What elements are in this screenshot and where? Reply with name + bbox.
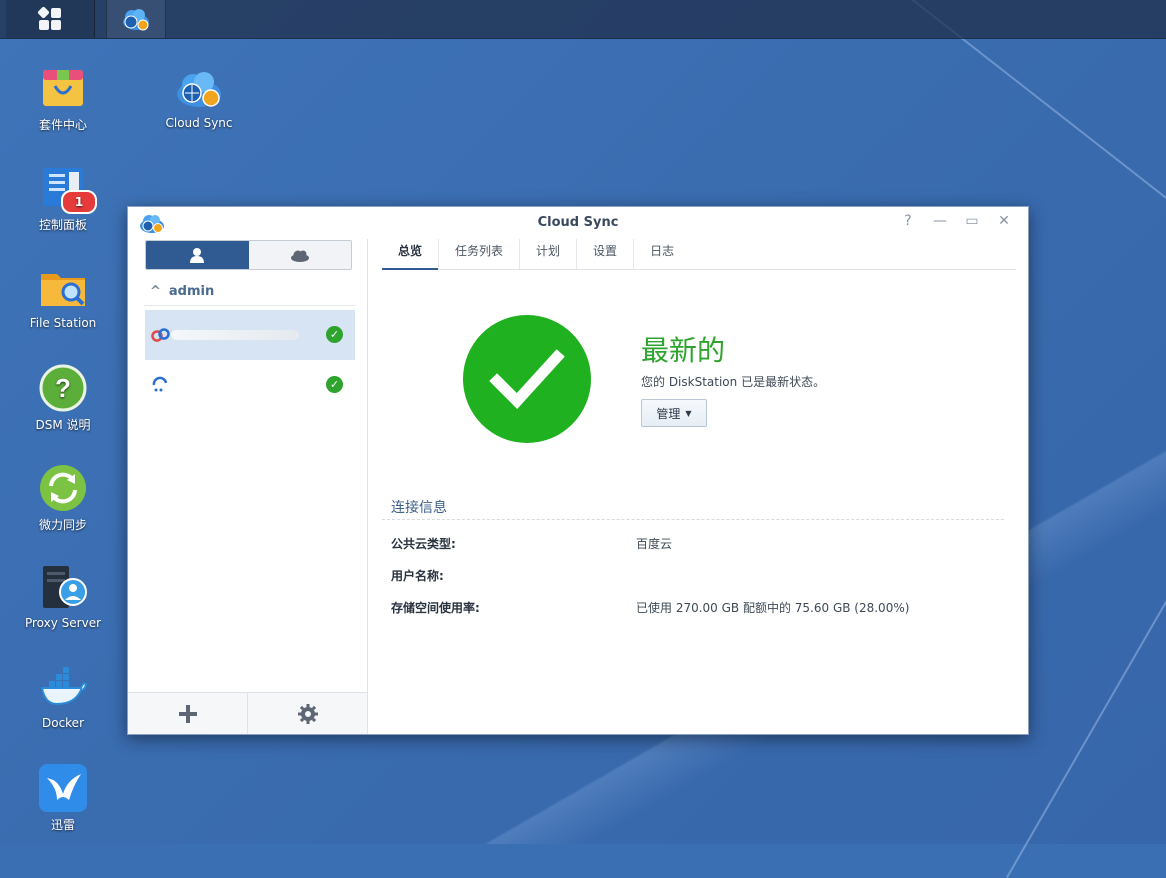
- user-view-button[interactable]: [146, 241, 249, 269]
- view-switcher: [145, 240, 352, 270]
- taskbar-cloud-sync[interactable]: [106, 0, 166, 38]
- taskbar: [0, 0, 1166, 39]
- tab-overview[interactable]: 总览: [382, 239, 439, 270]
- info-key: 公共云类型:: [391, 537, 456, 551]
- overview-panel: 总览 任务列表 计划 设置 日志 最新的 您的 DiskStation 已是最新…: [368, 239, 1028, 734]
- info-value: 已使用 270.00 GB 配额中的 75.60 GB (28.00%): [636, 601, 910, 615]
- window-titlebar[interactable]: Cloud Sync ? — ▭ ✕: [128, 207, 1028, 239]
- cloud-sync-icon: [123, 9, 149, 31]
- sync-icon: [39, 464, 87, 512]
- tab-task-list[interactable]: 任务列表: [438, 239, 519, 269]
- status-check-icon: [463, 315, 591, 443]
- desktop-icon-label: Proxy Server: [24, 616, 102, 630]
- connection-sidebar: ^ admin ✓ ✓: [128, 239, 368, 734]
- settings-button[interactable]: [247, 693, 367, 734]
- help-icon: ?: [39, 364, 87, 412]
- status-title: 最新的: [641, 334, 726, 367]
- package-center-icon: [39, 64, 87, 112]
- manage-button-label: 管理: [656, 406, 681, 421]
- desktop-icon-docker[interactable]: Docker: [8, 664, 118, 730]
- desktop-icon-control-panel[interactable]: 1 控制面板: [8, 164, 118, 233]
- tab-schedule[interactable]: 计划: [519, 239, 576, 269]
- connection-name-redacted: [171, 330, 299, 340]
- desktop-icon-label: 控制面板: [38, 218, 87, 232]
- cloud-icon: [290, 250, 309, 262]
- desktop-icon-label: 迅雷: [50, 818, 75, 832]
- control-panel-icon: 1: [39, 164, 97, 214]
- desktop-icon-label: 微力同步: [38, 518, 87, 532]
- desktop-icon-file-station[interactable]: File Station: [8, 264, 118, 330]
- desktop-icon-label: File Station: [29, 316, 97, 330]
- tab-settings[interactable]: 设置: [576, 239, 633, 269]
- info-value: 百度云: [636, 537, 673, 551]
- gear-icon: [297, 703, 318, 724]
- caret-down-icon: ▼: [685, 408, 692, 418]
- notification-badge: 1: [61, 190, 97, 214]
- manage-button[interactable]: 管理 ▼: [641, 399, 707, 427]
- desktop-icon-label: Docker: [41, 716, 85, 730]
- info-key: 存储空间使用率:: [391, 601, 480, 615]
- main-menu-icon: [37, 6, 62, 31]
- user-icon: [190, 248, 205, 263]
- desktop-icon-proxy-server[interactable]: Proxy Server: [8, 564, 118, 630]
- docker-whale-icon: [39, 664, 88, 712]
- desktop-icon-package-center[interactable]: 套件中心: [8, 64, 118, 133]
- folder-icon: [39, 264, 87, 312]
- sidebar-footer: [128, 692, 367, 734]
- info-key: 用户名称:: [391, 569, 444, 583]
- baidu-cloud-icon: [151, 328, 170, 342]
- user-group-header[interactable]: ^ admin: [150, 284, 214, 299]
- check-icon: ✓: [326, 326, 343, 343]
- status-description: 您的 DiskStation 已是最新状态。: [641, 375, 826, 389]
- check-icon: ✓: [326, 376, 343, 393]
- xunlei-bird-icon: [39, 764, 87, 812]
- add-connection-button[interactable]: [128, 693, 247, 734]
- desktop-icon-dsm-help[interactable]: ? DSM 说明: [8, 364, 118, 433]
- desktop-icon-label: DSM 说明: [35, 418, 91, 432]
- connection-item[interactable]: ✓: [145, 310, 355, 360]
- minimize-button[interactable]: —: [930, 213, 950, 229]
- divider: [144, 305, 355, 306]
- desktop-icon-cloud-sync[interactable]: Cloud Sync: [144, 64, 254, 130]
- plus-icon: [178, 704, 197, 723]
- connection-item[interactable]: ✓: [145, 360, 355, 410]
- tab-log[interactable]: 日志: [633, 239, 690, 269]
- desktop-icon-verysync[interactable]: 微力同步: [8, 464, 118, 533]
- connection-info-title: 连接信息: [391, 500, 447, 516]
- cloud-sync-window: Cloud Sync ? — ▭ ✕ ^ admin ✓ ✓ 总览 任务列表 计…: [127, 206, 1029, 735]
- desktop-icon-label: 套件中心: [38, 118, 87, 132]
- desktop-icon-label: Cloud Sync: [165, 116, 233, 130]
- proxy-server-icon: [39, 564, 87, 612]
- tab-bar: 总览 任务列表 计划 设置 日志: [382, 239, 1016, 270]
- window-title: Cloud Sync: [537, 215, 619, 230]
- main-menu-button[interactable]: [6, 0, 95, 38]
- desktop-icon-xunlei[interactable]: 迅雷: [8, 764, 118, 833]
- cloud-provider-icon: [152, 376, 168, 392]
- cloud-sync-icon: [175, 64, 223, 112]
- group-label: admin: [168, 284, 215, 299]
- cloud-view-button[interactable]: [248, 241, 351, 269]
- chevron-up-icon: ^: [150, 284, 161, 299]
- help-button[interactable]: ?: [898, 213, 918, 229]
- close-button[interactable]: ✕: [994, 213, 1014, 229]
- maximize-button[interactable]: ▭: [962, 213, 982, 229]
- svg-text:?: ?: [55, 373, 71, 403]
- divider: [382, 519, 1004, 520]
